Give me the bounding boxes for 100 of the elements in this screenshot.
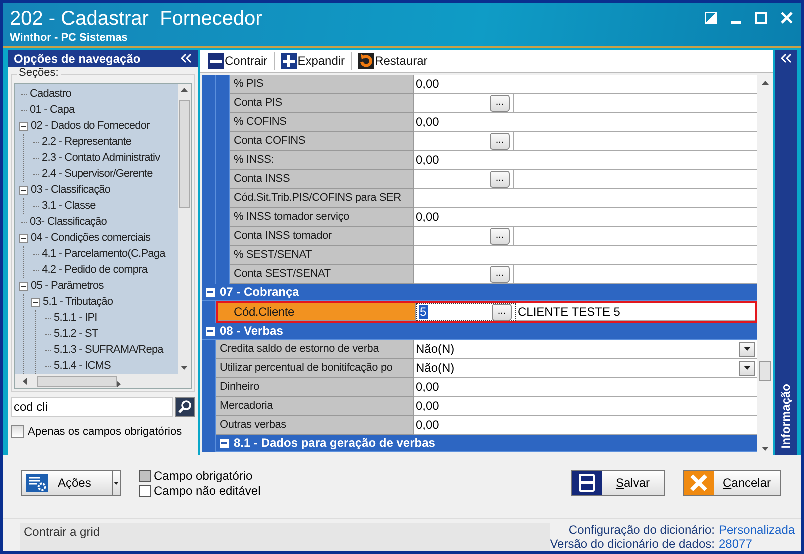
tree-item[interactable]: 3.1 - Classe — [42, 200, 96, 212]
value-field[interactable]: 0,00 — [414, 378, 757, 398]
tree-item[interactable]: 5.1.1 - IPI — [54, 312, 98, 324]
search-button[interactable] — [175, 397, 195, 418]
lookup-button[interactable]: ... — [490, 94, 510, 112]
grid-row[interactable]: Conta INSS tomador ... — [230, 227, 757, 246]
down-arrow-icon[interactable] — [181, 366, 188, 370]
right-arrow-icon[interactable] — [117, 381, 121, 388]
value-field[interactable]: 0,00 — [414, 75, 757, 94]
selected-row-outline[interactable]: Cód.Cliente 5 ... CLIENTE TESTE 5 — [216, 301, 757, 324]
scroll-thumb[interactable] — [37, 376, 117, 387]
tree-item[interactable]: Cadastro — [30, 88, 72, 100]
grid-row[interactable]: Mercadoria 0,00 — [216, 397, 757, 416]
collapse-box-icon[interactable] — [206, 288, 215, 297]
toolbar-button[interactable]: Expandir — [278, 51, 348, 72]
up-arrow-icon[interactable] — [762, 81, 768, 86]
collapse-box-icon[interactable] — [206, 326, 215, 336]
grid-row[interactable]: % INSS: 0,00 — [230, 151, 757, 170]
lookup-button[interactable]: ... — [490, 170, 510, 188]
section-header[interactable]: 8.1 - Dados para geração de verbas — [216, 435, 757, 452]
lookup-button[interactable]: ... — [492, 304, 512, 321]
value-field[interactable]: 0,00 — [414, 397, 757, 416]
tree-item[interactable]: 5.1.3 - SUFRAMA/Repa — [54, 344, 164, 356]
value-field[interactable]: 0,00 — [414, 151, 757, 170]
collapse-box-icon[interactable] — [19, 282, 28, 291]
checkbox[interactable] — [11, 425, 24, 438]
section-header[interactable]: 07 - Cobrança — [202, 284, 757, 302]
maximize-icon[interactable] — [755, 12, 767, 24]
lookup-field[interactable]: 5 ... — [416, 303, 516, 322]
tree-item[interactable]: 5.1 - Tributação — [43, 296, 114, 308]
value-field[interactable]: 0,00 — [414, 113, 757, 132]
actions-button[interactable]: Ações — [21, 470, 113, 496]
tree-item[interactable]: 5.1.4 - ICMS — [54, 360, 111, 372]
tree-item[interactable]: 2.3 - Contato Administrativ — [42, 152, 160, 164]
lookup-button[interactable]: ... — [490, 266, 510, 283]
grid-row[interactable]: % PIS 0,00 — [230, 75, 757, 94]
collapse-box-icon[interactable] — [19, 122, 28, 131]
status-value: 28077 — [719, 536, 754, 551]
lookup-field[interactable]: ... — [414, 227, 514, 246]
tree-item[interactable]: 4.1 - Parcelamento(C.Paga — [42, 248, 166, 260]
collapse-box-icon[interactable] — [31, 298, 40, 307]
tree-item[interactable]: 5.1.2 - ST — [54, 328, 98, 340]
value-field[interactable] — [414, 246, 757, 266]
lookup-button[interactable]: ... — [490, 132, 510, 150]
down-arrow-icon[interactable] — [762, 446, 768, 451]
indent-bar — [202, 75, 216, 94]
tree-item[interactable]: 05 - Parâmetros — [31, 280, 104, 292]
tree-item[interactable]: 2.2 - Representante — [42, 136, 132, 148]
side-panel-tab[interactable]: Informação — [779, 384, 793, 449]
expand-panel-icon[interactable] — [780, 54, 792, 64]
scrollbar[interactable] — [15, 374, 191, 388]
up-arrow-icon[interactable] — [181, 88, 188, 92]
grid-row[interactable]: Cód.Sit.Trib.PIS/COFINS para SER — [230, 189, 757, 208]
grid-row[interactable]: Utilizar percentual de bonitifcação po Não(N) — [216, 359, 757, 378]
lookup-button[interactable]: ... — [490, 228, 510, 245]
section-header[interactable]: 08 - Verbas — [202, 323, 757, 340]
tree-item[interactable]: 03- Classificação — [30, 216, 107, 228]
grid-row[interactable]: Outras verbas 0,00 — [216, 416, 757, 436]
scrollbar[interactable] — [178, 84, 191, 374]
tree-item[interactable]: 03 - Classificação — [31, 184, 111, 196]
grid-row[interactable]: Conta COFINS ... — [230, 132, 757, 152]
field-label: % PIS — [230, 75, 414, 94]
grid-row[interactable]: Dinheiro 0,00 — [216, 378, 757, 398]
tree-item[interactable]: 4.2 - Pedido de compra — [42, 264, 148, 276]
lookup-field[interactable]: ... — [414, 94, 514, 114]
grid-row[interactable]: Conta SEST/SENAT ... — [230, 265, 757, 284]
tree-item[interactable]: 2.4 - Supervisor/Gerente — [42, 168, 153, 180]
tree-item[interactable]: 04 - Condições comerciais — [31, 232, 151, 244]
grid-row[interactable]: % COFINS 0,00 — [230, 113, 757, 132]
collapse-box-icon[interactable] — [220, 438, 229, 448]
scroll-thumb[interactable] — [759, 361, 771, 382]
grid-row[interactable]: Conta INSS ... — [230, 170, 757, 190]
search-field[interactable]: cod cli — [11, 397, 173, 418]
theme-icon[interactable] — [705, 12, 717, 24]
grid-row[interactable]: Credita saldo de estorno de verba Não(N) — [216, 340, 757, 360]
collapse-box-icon[interactable] — [19, 186, 28, 195]
collapse-box-icon[interactable] — [19, 234, 28, 243]
lookup-field[interactable]: ... — [414, 132, 514, 152]
lookup-field[interactable]: ... — [414, 265, 514, 284]
minus-icon — [208, 53, 224, 70]
value-field[interactable]: 0,00 — [414, 208, 757, 228]
dropdown-button[interactable] — [113, 470, 121, 496]
dropdown[interactable]: Não(N) — [414, 340, 757, 360]
dropdown[interactable]: Não(N) — [414, 359, 757, 378]
lookup-field[interactable]: ... — [414, 170, 514, 190]
grid-row[interactable]: % SEST/SENAT — [230, 246, 757, 266]
value-field[interactable]: 0,00 — [414, 416, 757, 436]
cancel-button[interactable]: Cancelar — [683, 470, 781, 496]
left-arrow-icon[interactable] — [23, 378, 27, 385]
value-field[interactable] — [414, 189, 757, 208]
tree-item[interactable]: 02 - Dados do Fornecedor — [31, 120, 150, 132]
scroll-thumb[interactable] — [179, 100, 190, 208]
grid-row[interactable]: Conta PIS ... — [230, 94, 757, 114]
collapse-icon[interactable] — [181, 54, 192, 64]
toolbar-button[interactable]: Restaurar — [356, 51, 430, 72]
toolbar-button[interactable]: Contrair — [206, 51, 270, 72]
close-icon[interactable] — [781, 12, 793, 24]
grid-row[interactable]: % INSS tomador serviço 0,00 — [230, 208, 757, 228]
tree-item[interactable]: 01 - Capa — [30, 104, 75, 116]
save-button[interactable]: Salvar — [571, 470, 665, 496]
